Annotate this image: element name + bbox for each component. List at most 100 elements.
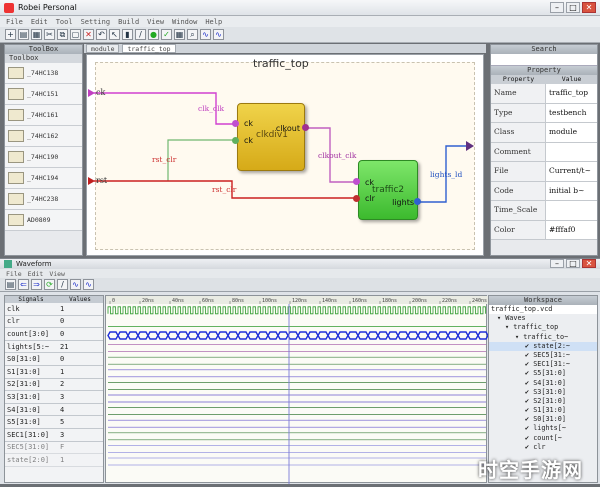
wave-menu-view[interactable]: View xyxy=(49,270,65,278)
signal-row[interactable]: clk 1 xyxy=(5,303,103,316)
signal-row[interactable]: state[2:0] 1 xyxy=(5,454,103,467)
workspace-tree-item[interactable]: ▾ traffic_to~ xyxy=(489,333,597,342)
check-icon[interactable]: ✔ xyxy=(525,434,533,442)
port-pin[interactable] xyxy=(414,198,421,205)
workspace-tree-item[interactable]: ▾ Waves xyxy=(489,314,597,323)
tree-item-label: SEC1[31:~ xyxy=(533,360,571,369)
search-input[interactable] xyxy=(491,54,597,66)
wire-rst-clk[interactable] xyxy=(167,139,236,181)
time-tick-label: 120ns xyxy=(292,298,307,304)
check-icon[interactable]: ✔ xyxy=(525,379,533,387)
check-icon[interactable]: ✔ xyxy=(525,397,533,405)
wave-menu-file[interactable]: File xyxy=(6,270,22,278)
property-row[interactable]: Comment xyxy=(491,142,597,162)
refresh-icon[interactable]: ⟳ xyxy=(44,279,55,290)
tree-item-label: S3[31:0] xyxy=(533,387,566,396)
workspace-tree-item[interactable]: ✔ S1[31:0] xyxy=(489,406,597,415)
signal-row[interactable]: S1[31:0] 1 xyxy=(5,366,103,379)
property-row[interactable]: Class module xyxy=(491,123,597,143)
workspace-tree-item[interactable]: ▾ traffic_top xyxy=(489,323,597,332)
workspace-tree-item[interactable]: ✔ S0[31:0] xyxy=(489,415,597,424)
check-icon[interactable]: ✔ xyxy=(525,406,533,414)
check-icon[interactable]: ✔ xyxy=(525,342,533,350)
workspace-tree-item[interactable]: ✔ S3[31:0] xyxy=(489,388,597,397)
property-row[interactable]: Code initial b~ xyxy=(491,181,597,201)
block-clkdiv[interactable]: ck ck clkout clkdiv1 xyxy=(237,103,305,171)
wave-icon[interactable]: ∿ xyxy=(70,279,81,290)
waveform-plot[interactable]: 0 20ns 40ns 60ns 80ns 100ns 120ns 140ns 160ns 180… xyxy=(105,295,489,484)
tree-expander-icon[interactable]: ▾ xyxy=(515,333,523,341)
check-icon[interactable]: ✔ xyxy=(525,369,533,377)
signal-row[interactable]: count[3:0] 0 xyxy=(5,328,103,341)
wire-label: clk_clk xyxy=(198,104,225,113)
tree-expander-icon[interactable]: ▾ xyxy=(497,314,505,322)
wave2-icon[interactable]: ∿ xyxy=(83,279,94,290)
tree-item-label: Waves xyxy=(505,314,526,323)
pen-icon[interactable]: / xyxy=(57,279,68,290)
signal-row[interactable]: S2[31:0] 2 xyxy=(5,379,103,392)
wave-menu-edit[interactable]: Edit xyxy=(28,270,44,278)
property-row[interactable]: Name traffic_top xyxy=(491,84,597,104)
time-tick-label: 220ns xyxy=(442,298,457,304)
check-icon[interactable]: ✔ xyxy=(525,424,533,432)
workspace-tree-item[interactable]: ✔ S5[31:0] xyxy=(489,369,597,378)
signal-row[interactable]: S5[31:0] 5 xyxy=(5,416,103,429)
input-pin-icon[interactable] xyxy=(88,177,95,185)
time-tick-label: 80ns xyxy=(232,298,244,304)
check-icon[interactable]: ✔ xyxy=(525,351,533,359)
tree-item-label: S5[31:0] xyxy=(533,369,566,378)
signal-value: 3 xyxy=(60,430,65,439)
signal-row[interactable]: S3[31:0] 3 xyxy=(5,391,103,404)
arrow-left-icon[interactable]: ⇐ xyxy=(18,279,29,290)
block-traffic2[interactable]: ck clr lights traffic2 xyxy=(358,160,418,220)
workspace-tree-item[interactable]: ✔ SEC1[31:~ xyxy=(489,360,597,369)
property-row[interactable]: Time_Scale xyxy=(491,201,597,221)
open-icon[interactable]: ▤ xyxy=(5,279,16,290)
property-row[interactable]: Type testbench xyxy=(491,103,597,123)
workspace-tree-item[interactable]: ✔ S4[31:0] xyxy=(489,379,597,388)
workspace-tree-item[interactable]: ✔ state[2:~ xyxy=(489,341,597,351)
signal-row[interactable]: SEC1[31:0] 3 xyxy=(5,429,103,442)
check-icon[interactable]: ✔ xyxy=(525,360,533,368)
tree-expander-icon[interactable]: ▾ xyxy=(505,323,513,331)
signal-row[interactable]: S0[31:0] 0 xyxy=(5,353,103,366)
signal-row[interactable]: S4[31:0] 4 xyxy=(5,404,103,417)
workspace-tree-item[interactable]: ✔ SEC5[31:~ xyxy=(489,351,597,360)
signal-row[interactable]: clr 0 xyxy=(5,316,103,329)
arrow-right-icon[interactable]: ⇒ xyxy=(31,279,42,290)
port-pin[interactable] xyxy=(353,195,360,202)
input-pin-icon[interactable] xyxy=(88,89,95,97)
wire-label: clkout_clk xyxy=(318,151,357,160)
signal-name: S2[31:0] xyxy=(7,380,41,389)
wave-minimize-button[interactable]: – xyxy=(550,259,564,268)
tree-item-label: S4[31:0] xyxy=(533,378,566,387)
signal-name: SEC1[31:0] xyxy=(7,430,50,439)
property-row[interactable]: Color #fffaf0 xyxy=(491,220,597,240)
signal-name: SEC5[31:0] xyxy=(7,443,50,452)
port-pin[interactable] xyxy=(302,124,309,131)
workspace-tree-item[interactable]: ✔ lights[~ xyxy=(489,424,597,433)
time-tick-label: 180ns xyxy=(382,298,397,304)
signals-header: Signals xyxy=(18,296,44,303)
workspace-tree-item[interactable]: ✔ count[~ xyxy=(489,434,597,443)
workspace-tree-item[interactable]: ✔ clr xyxy=(489,443,597,452)
waveform-window: Waveform – □ ✕ File Edit View ▤ ⇐ ⇒ ⟳ / … xyxy=(0,258,600,484)
signal-name: clk xyxy=(7,304,20,313)
check-icon[interactable]: ✔ xyxy=(525,443,533,451)
wave-maximize-button[interactable]: □ xyxy=(566,259,580,268)
signal-row[interactable]: SEC5[31:0] F xyxy=(5,442,103,455)
port-pin[interactable] xyxy=(353,178,360,185)
tree-item-label: SEC5[31:~ xyxy=(533,350,571,359)
signal-name: lights[5:~ xyxy=(7,342,50,351)
check-icon[interactable]: ✔ xyxy=(525,415,533,423)
wave-close-button[interactable]: ✕ xyxy=(582,259,596,268)
signal-row[interactable]: lights[5:~ 21 xyxy=(5,341,103,354)
port-pin[interactable] xyxy=(232,137,239,144)
property-row[interactable]: File Current/t~ xyxy=(491,162,597,182)
col-value: Value xyxy=(561,75,582,83)
port-pin[interactable] xyxy=(232,120,239,127)
workspace-tree-item[interactable]: ✔ S2[31:0] xyxy=(489,397,597,406)
check-icon[interactable]: ✔ xyxy=(525,388,533,396)
signal-value: 0 xyxy=(60,355,65,364)
input-label-clk: ck xyxy=(96,88,106,97)
